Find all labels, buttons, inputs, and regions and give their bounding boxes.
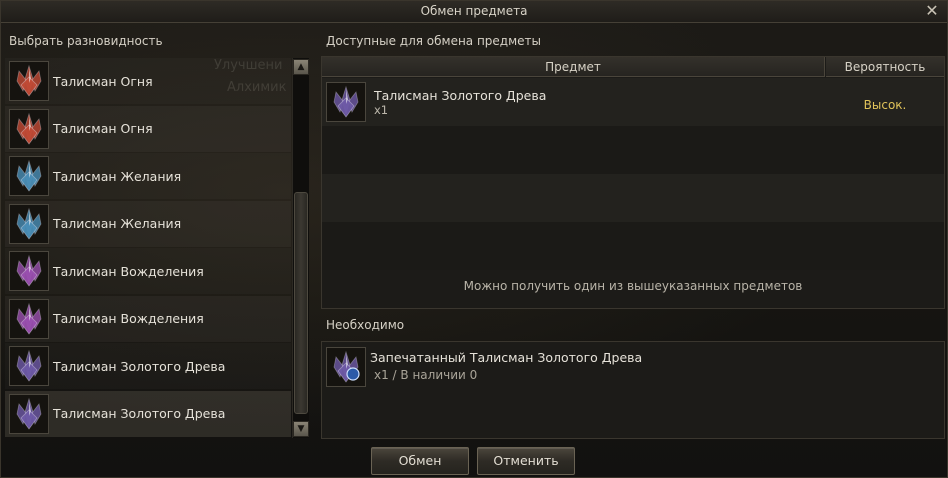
exchange-window: Обмен предмета ✕ Улучшени Алхимик Выбрат…: [0, 0, 948, 478]
variety-list-item[interactable]: Талисман Огня: [5, 58, 291, 104]
variety-item-name: Талисман Вожделения: [53, 263, 204, 279]
variety-item-name: Талисман Золотого Древа: [53, 406, 226, 421]
variety-item-name: Талисман Желания: [53, 168, 182, 184]
available-header: Доступные для обмена предметы: [326, 34, 542, 48]
lust-talisman-icon: [9, 298, 49, 339]
scrollbar-thumb[interactable]: [294, 192, 308, 414]
lust-talisman-icon: [9, 251, 49, 291]
desire-talisman-icon: [9, 156, 49, 196]
variety-list-item[interactable]: Талисман Вожделения: [5, 295, 291, 342]
available-item-probability: Высок.: [863, 98, 907, 112]
available-item-quantity: x1: [374, 103, 389, 117]
variety-list-item[interactable]: Талисман Огня: [5, 105, 291, 152]
exchange-button[interactable]: Обмен: [371, 447, 469, 475]
variety-list-item[interactable]: Талисман Желания: [5, 153, 291, 199]
gold-tree-talisman-icon: [9, 393, 49, 434]
scroll-up-button[interactable]: ▲: [293, 59, 309, 75]
column-header-item[interactable]: Предмет: [322, 57, 825, 77]
arrow-up-icon: ▲: [297, 62, 305, 72]
available-items-box: Предмет Вероятность Талисман Золотого Др…: [321, 56, 945, 309]
variety-item-name: Талисман Золотого Древа: [53, 358, 226, 374]
close-button[interactable]: ✕: [923, 2, 941, 20]
gold-tree-talisman-icon: [326, 82, 366, 122]
scroll-down-button[interactable]: ▼: [293, 421, 309, 437]
variety-item-name: Талисман Огня: [53, 121, 153, 136]
title-bar[interactable]: Обмен предмета ✕: [1, 1, 947, 23]
variety-list: Талисман Огня Талисман Огня Талисман Желан…: [5, 58, 291, 438]
required-header: Необходимо: [326, 318, 405, 332]
gold-tree-talisman-icon: [9, 346, 49, 386]
variety-item-name: Талисман Огня: [53, 73, 153, 89]
fire-talisman-icon: [9, 61, 49, 101]
column-header-probability[interactable]: Вероятность: [826, 57, 944, 77]
variety-list-item[interactable]: Талисман Желания: [5, 200, 291, 247]
variety-list-item[interactable]: Талисман Золотого Древа: [5, 343, 291, 389]
variety-header: Выбрать разновидность: [9, 34, 163, 48]
available-note: Можно получить один из вышеуказанных пре…: [463, 279, 803, 293]
available-item-name: Талисман Золотого Древа: [374, 88, 547, 103]
variety-item-name: Талисман Желания: [53, 216, 182, 231]
available-row-empty: [322, 126, 944, 174]
available-row[interactable]: Талисман Золотого Древа x1 Высок.: [322, 78, 944, 126]
sealed-gold-tree-talisman-icon: [326, 347, 366, 387]
available-row-empty: [322, 174, 944, 222]
required-item-name: Запечатанный Талисман Золотого Древа: [370, 350, 643, 365]
fire-talisman-icon: [9, 108, 49, 149]
available-row-empty: [322, 222, 944, 270]
cancel-button[interactable]: Отменить: [477, 447, 575, 475]
required-items-box: Запечатанный Талисман Золотого Древа x1 …: [321, 341, 945, 439]
variety-list-item[interactable]: Талисман Золотого Древа: [5, 390, 291, 437]
variety-item-name: Талисман Вожделения: [53, 311, 204, 326]
desire-talisman-icon: [9, 203, 49, 244]
arrow-down-icon: ▼: [297, 424, 305, 434]
required-item-quantity: x1 / В наличии 0: [374, 368, 478, 382]
close-icon: ✕: [925, 1, 939, 20]
window-title: Обмен предмета: [420, 4, 528, 18]
variety-list-item[interactable]: Талисман Вожделения: [5, 248, 291, 294]
